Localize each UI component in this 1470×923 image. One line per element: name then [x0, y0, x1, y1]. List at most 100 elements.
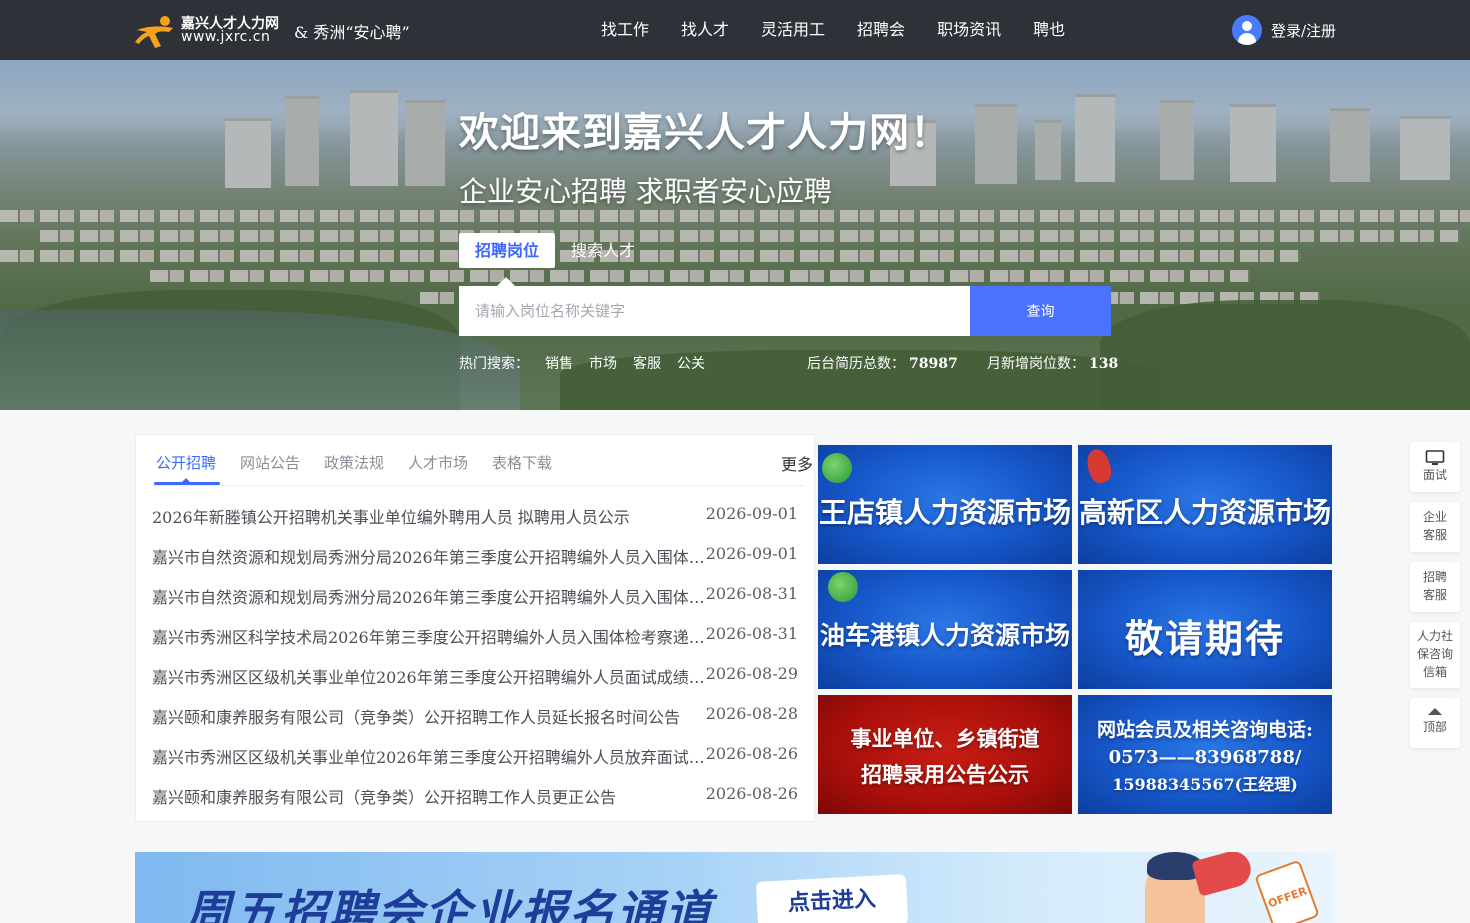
- friday-job-fair-banner[interactable]: 周五招聘会企业报名通道 点击进入 OFFER: [135, 852, 1335, 923]
- user-avatar-icon: [1232, 15, 1262, 45]
- float-top-label: 顶部: [1422, 720, 1447, 734]
- news-item-title: 嘉兴市自然资源和规划局秀洲分局2026年第三季度公开招聘编外人员入围体检人员名单…: [152, 548, 714, 567]
- news-item-date: 2026-09-01: [705, 544, 798, 563]
- news-item-title: 嘉兴市秀洲区区级机关事业单位2026年第三季度公开招聘编外人员放弃面试递补人员公…: [152, 748, 714, 767]
- tile-youchegang-hr-market[interactable]: 油车港镇人力资源市场: [818, 570, 1072, 689]
- tab-public-recruitment[interactable]: 公开招聘: [156, 452, 216, 473]
- news-list: 2026年新塍镇公开招聘机关事业单位编外聘用人员 拟聘用人员公示 2026-09-…: [152, 495, 800, 815]
- news-item-date: 2026-08-31: [705, 584, 798, 603]
- float-enterprise-label-1: 企业: [1422, 510, 1447, 524]
- news-item-title: 嘉兴市秀洲区科学技术局2026年第三季度公开招聘编外人员入围体检考察递补人员公告: [152, 628, 714, 647]
- logo-figure-icon: [135, 16, 173, 48]
- tab-form-download[interactable]: 表格下载: [492, 452, 552, 473]
- news-item[interactable]: 嘉兴市秀洲区区级机关事业单位2026年第三季度公开招聘编外人员放弃面试递补人员公…: [152, 735, 800, 775]
- resume-total-stat: 后台简历总数： 78987: [807, 353, 958, 373]
- enter-button[interactable]: 点击进入: [755, 874, 909, 923]
- nav-job-fair[interactable]: 招聘会: [841, 0, 921, 60]
- hero-banner: 欢迎来到嘉兴人才人力网！ 企业安心招聘 求职者安心应聘 招聘岗位 搜索人才 查询…: [0, 60, 1470, 410]
- header-slogan: & 秀洲“安心聘”: [294, 23, 410, 42]
- news-item[interactable]: 嘉兴市秀洲区区级机关事业单位2026年第三季度公开招聘编外人员面试成绩、入围体检…: [152, 655, 800, 695]
- caret-up-icon: [1428, 708, 1442, 715]
- login-register-button[interactable]: 登录/注册: [1232, 14, 1336, 46]
- megaphone-icon: [1191, 852, 1255, 897]
- tile-coming-soon[interactable]: 敬请期待: [1078, 570, 1332, 689]
- main-nav: 找工作 找人才 灵活用工 招聘会 职场资讯 聘也: [585, 0, 1081, 60]
- nav-find-job[interactable]: 找工作: [585, 0, 665, 60]
- float-social-security-mailbox-button[interactable]: 人力社 保咨询 信箱: [1410, 622, 1460, 688]
- tab-jobs[interactable]: 招聘岗位: [459, 233, 555, 268]
- gaoxin-logo-icon: [1083, 446, 1115, 486]
- tile-wangdian-label: 王店镇人力资源市场: [818, 496, 1071, 529]
- news-item-date: 2026-08-29: [705, 664, 798, 683]
- hot-tag-customer-service[interactable]: 客服: [633, 353, 661, 373]
- monitor-icon: [1425, 450, 1445, 465]
- hot-search-label: 热门搜索：: [459, 356, 529, 372]
- tile-public-line1: 事业单位、乡镇街道: [850, 726, 1040, 751]
- news-item-title: 嘉兴颐和康养服务有限公司（竞争类）公开招聘工作人员延长报名时间公告: [152, 708, 681, 727]
- site-logo[interactable]: 嘉兴人才人力网 www.jxrc.cn: [135, 12, 280, 48]
- monthly-jobs-label: 月新增岗位数：: [987, 356, 1085, 372]
- search-button[interactable]: 查询: [970, 286, 1111, 336]
- hot-tag-sales[interactable]: 销售: [545, 353, 573, 373]
- monthly-jobs-stat: 月新增岗位数： 138: [987, 353, 1118, 373]
- news-item-date: 2026-08-26: [705, 784, 798, 803]
- offer-badge: OFFER: [1254, 859, 1320, 923]
- tab-pointer-caret: [497, 277, 515, 286]
- tab-site-notice[interactable]: 网站公告: [240, 452, 300, 473]
- news-item-title: 2026年新塍镇公开招聘机关事业单位编外聘用人员 拟聘用人员公示: [152, 508, 630, 527]
- tab-search-talent[interactable]: 搜索人才: [571, 233, 635, 268]
- tile-gaoxin-hr-market[interactable]: 高新区人力资源市场: [1078, 445, 1332, 564]
- news-item[interactable]: 嘉兴市自然资源和规划局秀洲分局2026年第三季度公开招聘编外人员入围体检人员名单…: [152, 575, 800, 615]
- tile-gaoxin-label: 高新区人力资源市场: [1078, 496, 1331, 529]
- news-item[interactable]: 2026年新塍镇公开招聘机关事业单位编外聘用人员 拟聘用人员公示 2026-09-…: [152, 495, 800, 535]
- job-search-input[interactable]: [459, 286, 970, 336]
- news-item-title: 嘉兴市自然资源和规划局秀洲分局2026年第三季度公开招聘编外人员入围体检人员名单…: [152, 588, 714, 607]
- news-item-date: 2026-08-28: [705, 704, 798, 723]
- logo-url: www.jxrc.cn: [181, 29, 271, 45]
- hot-tag-marketing[interactable]: 市场: [589, 353, 617, 373]
- wangdian-logo-icon: [822, 453, 852, 483]
- float-recruit-label-2: 客服: [1422, 588, 1447, 602]
- news-item[interactable]: 嘉兴颐和康养服务有限公司（竞争类）公开招聘工作人员更正公告 2026-08-26: [152, 775, 800, 815]
- tile-hotline-line2: 0573——83968788/: [1108, 747, 1302, 768]
- float-recruit-label-1: 招聘: [1422, 570, 1447, 584]
- nav-flexible-employment[interactable]: 灵活用工: [745, 0, 841, 60]
- tab-policy[interactable]: 政策法规: [324, 452, 384, 473]
- monthly-jobs-value: 138: [1089, 356, 1119, 372]
- float-enterprise-label-2: 客服: [1422, 528, 1447, 542]
- tile-hotline[interactable]: 网站会员及相关咨询电话: 0573——83968788/ 15988345567…: [1078, 695, 1332, 814]
- news-more-link[interactable]: 更多: [781, 451, 813, 475]
- top-navigation-bar: 嘉兴人才人力网 www.jxrc.cn & 秀洲“安心聘” 找工作 找人才 灵活…: [0, 0, 1470, 60]
- tile-hotline-line1: 网站会员及相关咨询电话:: [1096, 719, 1313, 741]
- float-interview-label: 面试: [1422, 468, 1447, 482]
- hero-subtitle: 企业安心招聘 求职者安心应聘: [459, 175, 832, 208]
- tile-coming-soon-label: 敬请期待: [1124, 616, 1285, 661]
- active-tab-indicator-notch: [181, 478, 191, 483]
- nav-pinye[interactable]: 聘也: [1017, 0, 1081, 60]
- hero-title: 欢迎来到嘉兴人才人力网！: [459, 109, 951, 156]
- tile-public-line2: 招聘录用公告公示: [861, 762, 1029, 787]
- nav-career-news[interactable]: 职场资讯: [921, 0, 1017, 60]
- news-item-title: 嘉兴颐和康养服务有限公司（竞争类）公开招聘工作人员更正公告: [152, 788, 617, 807]
- tile-youchegang-label: 油车港镇人力资源市场: [819, 621, 1070, 650]
- float-social-label-2: 保咨询: [1416, 647, 1453, 661]
- tile-wangdian-hr-market[interactable]: 王店镇人力资源市场: [818, 445, 1072, 564]
- tile-public-institution-notices[interactable]: 事业单位、乡镇街道 招聘录用公告公示: [818, 695, 1072, 814]
- float-enterprise-service-button[interactable]: 企业 客服: [1410, 502, 1460, 552]
- news-panel: 公开招聘 网站公告 政策法规 人才市场 表格下载 更多 2026年新塍镇公开招聘…: [135, 434, 815, 822]
- news-item[interactable]: 嘉兴市自然资源和规划局秀洲分局2026年第三季度公开招聘编外人员入围体检人员名单…: [152, 535, 800, 575]
- tab-talent-market[interactable]: 人才市场: [408, 452, 468, 473]
- news-item-date: 2026-08-26: [705, 744, 798, 763]
- news-item-date: 2026-09-01: [705, 504, 798, 523]
- float-interview-button[interactable]: 面试: [1410, 442, 1460, 492]
- news-item[interactable]: 嘉兴颐和康养服务有限公司（竞争类）公开招聘工作人员延长报名时间公告 2026-08…: [152, 695, 800, 735]
- float-back-to-top-button[interactable]: 顶部: [1410, 698, 1460, 748]
- float-recruit-service-button[interactable]: 招聘 客服: [1410, 562, 1460, 612]
- hot-tag-pr[interactable]: 公关: [677, 353, 705, 373]
- news-tab-bar: 公开招聘 网站公告 政策法规 人才市场 表格下载 更多: [153, 435, 813, 486]
- float-social-label-1: 人力社: [1416, 629, 1453, 643]
- login-register-label: 登录/注册: [1271, 21, 1337, 40]
- news-item[interactable]: 嘉兴市秀洲区科学技术局2026年第三季度公开招聘编外人员入围体检考察递补人员公告…: [152, 615, 800, 655]
- youchegang-logo-icon: [828, 572, 858, 602]
- nav-find-talent[interactable]: 找人才: [665, 0, 745, 60]
